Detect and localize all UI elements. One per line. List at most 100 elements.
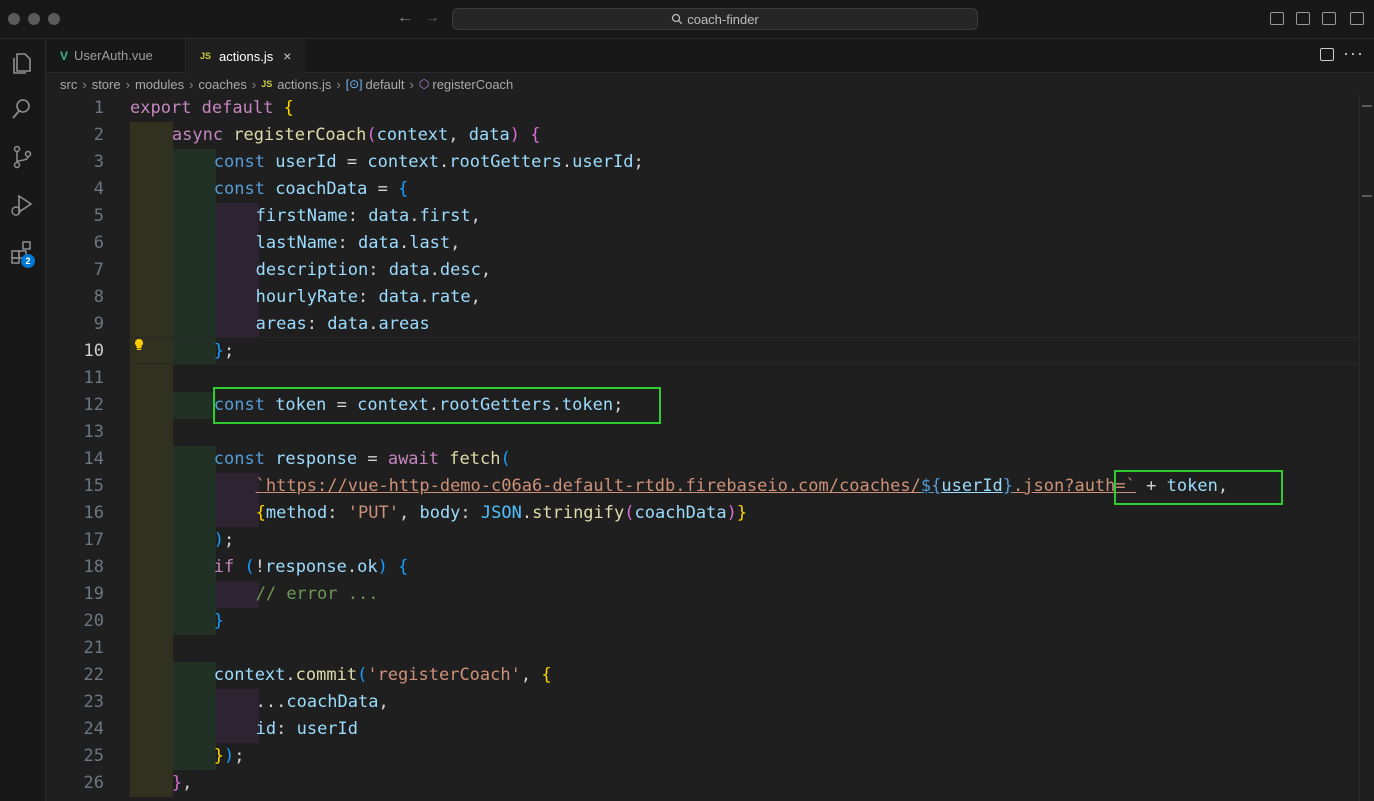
breadcrumb-item[interactable]: store (92, 77, 121, 92)
title-bar: ← → coach-finder (0, 0, 1374, 39)
close-window-button[interactable] (8, 13, 20, 25)
lightbulb-icon[interactable] (132, 338, 146, 352)
line-number: 16 (83, 503, 104, 523)
extensions-badge: 2 (21, 254, 35, 268)
indent-guide (130, 473, 173, 500)
code-editor[interactable]: 1 2 3 4 5 6 7 8 9 10 11 12 13 14 15 16 17 18 19 20 21 22 23 24 2… (46, 95, 1374, 801)
breadcrumb-item[interactable]: coaches (198, 77, 246, 92)
indent-guide (130, 365, 173, 392)
tab-actions-js[interactable]: JS actions.js × (187, 39, 305, 73)
code-line: `https://vue-http-demo-c06a6-default-rtd… (255, 476, 1229, 496)
indent-guide (130, 149, 173, 176)
code-line: {method: 'PUT', body: JSON.stringify(coa… (255, 503, 748, 523)
breadcrumb-item[interactable]: actions.js (277, 77, 331, 92)
code-line: }; (213, 341, 235, 361)
indent-guide (130, 662, 173, 689)
line-number: 20 (83, 611, 104, 631)
line-number: 9 (93, 314, 104, 334)
code-line: ); (213, 530, 235, 550)
indent-guide (130, 311, 173, 338)
tab-userauth-vue[interactable]: V UserAuth.vue (46, 39, 186, 72)
line-number: 17 (83, 530, 104, 550)
code-line: export default { (130, 98, 294, 118)
code-line: // error ... (255, 584, 379, 604)
minimize-window-button[interactable] (28, 13, 40, 25)
breadcrumb-item[interactable]: modules (135, 77, 184, 92)
line-number: 5 (93, 206, 104, 226)
indent-guide (130, 176, 173, 203)
indent-guide (130, 608, 173, 635)
line-number: 14 (83, 449, 104, 469)
vertical-scrollbar[interactable] (1359, 95, 1374, 801)
indent-guide (130, 419, 173, 446)
line-number: 25 (83, 746, 104, 766)
line-number: 18 (83, 557, 104, 577)
line-number: 21 (83, 638, 104, 658)
forward-arrow-icon[interactable]: → (424, 9, 440, 27)
back-arrow-icon[interactable]: ← (397, 9, 413, 27)
code-line: }, (171, 773, 193, 793)
breadcrumb-item[interactable]: registerCoach (432, 77, 513, 92)
code-line: hourlyRate: data.rate, (255, 287, 481, 307)
maximize-window-button[interactable] (48, 13, 60, 25)
run-debug-icon[interactable] (8, 191, 36, 219)
breadcrumb-item[interactable]: src (60, 77, 77, 92)
code-line: }); (213, 746, 245, 766)
indent-guide (130, 716, 173, 743)
toggle-panel-icon[interactable] (1296, 12, 1310, 25)
line-number: 26 (83, 773, 104, 793)
indent-guide (130, 446, 173, 473)
indent-guide (130, 581, 173, 608)
explorer-icon[interactable] (8, 49, 36, 77)
method-symbol-icon: ⬡ (418, 77, 430, 91)
close-tab-icon[interactable]: × (283, 48, 291, 64)
code-line: lastName: data.last, (255, 233, 461, 253)
more-actions-icon[interactable]: ··· (1343, 43, 1364, 64)
js-file-icon: JS (261, 79, 273, 89)
code-line: firstName: data.first, (255, 206, 481, 226)
module-symbol-icon: [⊙] (345, 77, 363, 91)
code-line: const coachData = { (213, 179, 409, 199)
indent-guide (130, 554, 173, 581)
code-line: context.commit('registerCoach', { (213, 665, 552, 685)
indent-guide (130, 257, 173, 284)
line-number: 4 (93, 179, 104, 199)
editor-tab-bar: V UserAuth.vue JS actions.js × ··· (46, 39, 1374, 73)
line-number: 22 (83, 665, 104, 685)
tab-label: UserAuth.vue (74, 48, 153, 63)
toggle-secondary-sidebar-icon[interactable] (1322, 12, 1336, 25)
line-number: 7 (93, 260, 104, 280)
code-line: if (!response.ok) { (213, 557, 409, 577)
line-number: 11 (83, 368, 104, 388)
js-file-icon: JS (200, 51, 212, 61)
command-center-search[interactable]: coach-finder (452, 8, 978, 30)
indent-guide (130, 527, 173, 554)
source-control-icon[interactable] (8, 143, 36, 171)
search-icon (672, 13, 683, 25)
code-line: ...coachData, (255, 692, 389, 712)
line-number: 3 (93, 152, 104, 172)
code-line: id: userId (255, 719, 359, 739)
window-title: coach-finder (687, 11, 759, 27)
search-icon[interactable] (8, 95, 36, 123)
customize-layout-icon[interactable] (1350, 12, 1364, 25)
line-number: 10 (83, 341, 104, 361)
indent-guide (130, 743, 173, 770)
indent-guide (130, 500, 173, 527)
line-number: 2 (93, 125, 104, 145)
code-line: } (213, 611, 224, 631)
highlight-box-token-line (213, 387, 661, 424)
tab-label: actions.js (219, 48, 274, 64)
code-line: async registerCoach(context, data) { (171, 125, 541, 145)
split-editor-icon[interactable] (1320, 48, 1334, 61)
activity-bar: 2 (0, 39, 46, 801)
breadcrumb-item[interactable]: default (365, 77, 404, 92)
line-number: 8 (93, 287, 104, 307)
highlight-box-auth-param (1114, 470, 1283, 505)
toggle-primary-sidebar-icon[interactable] (1270, 12, 1284, 25)
indent-guide (130, 230, 173, 257)
line-number: 23 (83, 692, 104, 712)
line-number: 19 (83, 584, 104, 604)
indent-guide (130, 203, 173, 230)
indent-guide (130, 284, 173, 311)
